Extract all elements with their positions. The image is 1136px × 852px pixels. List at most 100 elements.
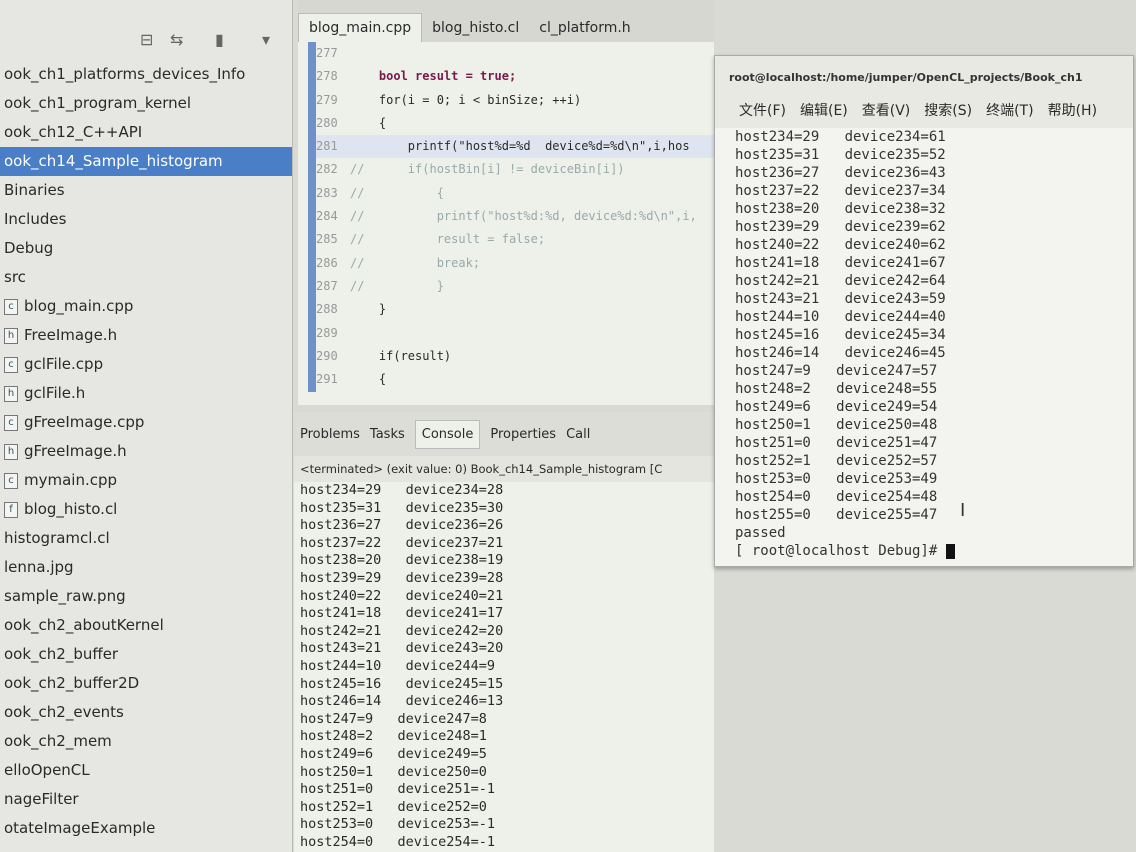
sidebar-item[interactable]: Binaries <box>0 176 292 205</box>
sidebar-item[interactable]: ook_ch2_events <box>0 698 292 727</box>
code-line: 289 <box>316 322 714 345</box>
code-line: 287 // } <box>316 275 714 298</box>
code-text: if(result) <box>350 348 452 363</box>
editor-tab[interactable]: cl_platform.h <box>529 14 640 42</box>
sidebar-item[interactable]: h gFreeImage.h <box>0 437 292 466</box>
editor-tab[interactable]: blog_histo.cl <box>422 14 529 42</box>
console-line: host247=9 device247=8 <box>300 710 487 727</box>
code-text: // { <box>350 185 444 200</box>
terminal-menu-item[interactable]: 文件(F) <box>739 100 786 128</box>
code-line: 283 // { <box>316 182 714 205</box>
sidebar-item[interactable]: h gclFile.h <box>0 379 292 408</box>
sidebar-item[interactable]: sample_raw.png <box>0 582 292 611</box>
sidebar-item[interactable]: Debug <box>0 234 292 263</box>
line-number: 287 <box>316 278 338 293</box>
sidebar-item[interactable]: src <box>0 263 292 292</box>
terminal-line: host244=10 device244=40 <box>735 309 946 325</box>
terminal-menu-item[interactable]: 编辑(E) <box>800 100 848 128</box>
terminal-line: host250=1 device250=48 <box>735 417 938 433</box>
sidebar-item[interactable]: c gclFile.cpp <box>0 350 292 379</box>
terminal-line: host245=16 device245=34 <box>735 327 946 343</box>
sidebar-item-label: elloOpenCL <box>4 761 90 779</box>
filter-icon[interactable]: ▮ <box>215 30 224 49</box>
sidebar-item-label: Includes <box>4 210 67 228</box>
sidebar-item[interactable]: c gFreeImage.cpp <box>0 408 292 437</box>
sidebar-item[interactable]: ook_ch12_C++API <box>0 118 292 147</box>
code-line: 277 <box>316 42 714 65</box>
sidebar-item[interactable]: nageFilter <box>0 785 292 814</box>
sidebar-item-label: src <box>4 268 26 286</box>
console-line: host242=21 device242=20 <box>300 622 504 639</box>
console-tab[interactable]: Console <box>414 419 481 449</box>
code-line: 285 // result = false; <box>316 228 714 251</box>
terminal-line: host241=18 device241=67 <box>735 255 946 271</box>
sidebar-item[interactable]: c mymain.cpp <box>0 466 292 495</box>
sidebar-item[interactable]: c blog_main.cpp <box>0 292 292 321</box>
sidebar-item[interactable]: ook_ch1_platforms_devices_Info <box>0 60 292 89</box>
file-icon: c <box>4 414 18 431</box>
console-tab[interactable]: Properties <box>490 427 556 442</box>
terminal-menu-item[interactable]: 查看(V) <box>862 100 911 128</box>
code-text: // if(hostBin[i] != deviceBin[i]) <box>350 162 625 177</box>
sidebar-item-label: ook_ch2_aboutKernel <box>4 616 164 634</box>
console-line: host252=1 device252=0 <box>300 798 487 815</box>
code-line: 284 // printf("host%d:%d, device%d:%d\n",… <box>316 205 714 228</box>
console-line: host240=22 device240=21 <box>300 587 504 604</box>
code-text: // break; <box>350 255 481 270</box>
sidebar-item[interactable]: histogramcl.cl <box>0 524 292 553</box>
sidebar-item[interactable]: otateImageExample <box>0 814 292 843</box>
terminal-line: host238=20 device238=32 <box>735 201 946 217</box>
sidebar-item[interactable]: Includes <box>0 205 292 234</box>
file-icon: c <box>4 356 18 373</box>
link-editor-icon[interactable]: ⇆ <box>170 30 183 49</box>
sidebar-item-label: blog_histo.cl <box>24 500 118 518</box>
sidebar-item-label: gclFile.h <box>24 384 86 402</box>
editor-tab[interactable]: blog_main.cpp <box>298 13 423 42</box>
terminal-prompt[interactable]: [ root@localhost Debug]# <box>715 542 1133 560</box>
terminal-line: host234=29 device234=61 <box>735 129 946 145</box>
console-panel: Problems Tasks Console Properties Call <term… <box>294 412 714 852</box>
console-line: host238=20 device238=19 <box>300 552 504 569</box>
sidebar-item-label: histogramcl.cl <box>4 529 110 547</box>
console-line: host243=21 device243=20 <box>300 640 504 657</box>
terminal-line: host235=31 device235=52 <box>735 147 946 163</box>
sidebar-item[interactable]: ook_ch14_Sample_histogram <box>0 147 292 176</box>
console-line: host250=1 device250=0 <box>300 763 487 780</box>
sidebar-item[interactable]: ook_ch2_aboutKernel <box>0 611 292 640</box>
line-number: 280 <box>316 115 338 130</box>
code-line: 280 { <box>316 112 714 135</box>
console-tab[interactable]: Problems <box>300 427 360 442</box>
view-menu-chevron-icon[interactable]: ▾ <box>262 30 270 49</box>
sidebar-item[interactable]: ook_ch2_mem <box>0 727 292 756</box>
line-number: 285 <box>316 232 338 247</box>
terminal-line: host251=0 device251=47 <box>735 435 938 451</box>
sidebar-item[interactable]: ook_ch2_buffer <box>0 640 292 669</box>
sidebar-item-label: lenna.jpg <box>4 558 74 576</box>
code-line: 288 } <box>316 298 714 321</box>
sidebar-item[interactable]: ook_ch2_buffer2D <box>0 669 292 698</box>
terminal-menu-item[interactable]: 终端(T) <box>986 100 1033 128</box>
terminal-menu-item[interactable]: 帮助(H) <box>1048 100 1097 128</box>
console-line: host239=29 device239=28 <box>300 569 504 586</box>
collapse-all-icon[interactable]: ⊟ <box>140 30 153 49</box>
sidebar-item[interactable]: f blog_histo.cl <box>0 495 292 524</box>
line-number: 291 <box>316 372 338 387</box>
console-line: host244=10 device244=9 <box>300 657 496 674</box>
sidebar-item[interactable]: h FreeImage.h <box>0 321 292 350</box>
terminal-window[interactable]: root@localhost:/home/jumper/OpenCL_proje… <box>714 55 1134 567</box>
console-line: host253=0 device253=-1 <box>300 816 496 833</box>
editor-gutter <box>308 42 316 392</box>
terminal-line: host255=0 device255=47 <box>735 507 938 523</box>
sidebar-item-label: ook_ch1_platforms_devices_Info <box>4 65 246 83</box>
terminal-menu-item[interactable]: 搜索(S) <box>924 100 972 128</box>
file-icon: f <box>4 501 18 518</box>
sidebar-item[interactable]: ook_ch1_program_kernel <box>0 89 292 118</box>
console-line: host249=6 device249=5 <box>300 745 487 762</box>
terminal-line: host239=29 device239=62 <box>735 219 946 235</box>
sidebar-item-label: gFreeImage.cpp <box>24 413 145 431</box>
sidebar-item[interactable]: elloOpenCL <box>0 756 292 785</box>
sidebar-item[interactable]: lenna.jpg <box>0 553 292 582</box>
console-tab[interactable]: Call <box>566 427 590 442</box>
console-tab[interactable]: Tasks <box>370 427 405 442</box>
line-number: 286 <box>316 255 338 270</box>
